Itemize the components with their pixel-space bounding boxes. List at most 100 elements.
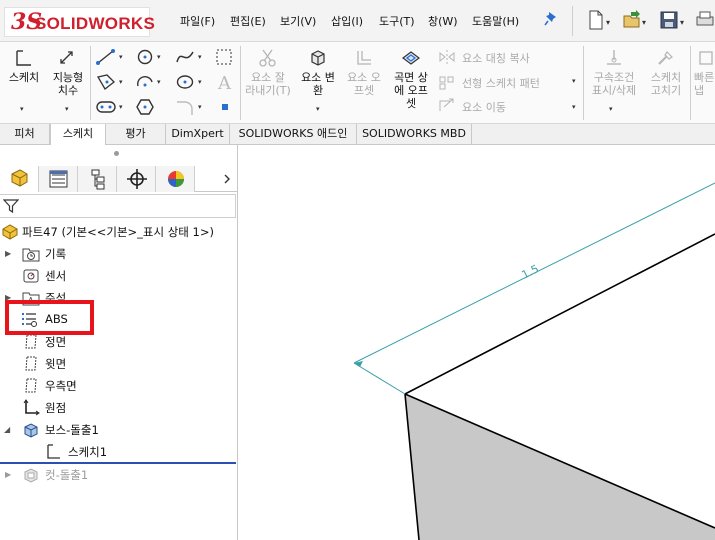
menu-view[interactable]: 보기(V) [280, 13, 316, 29]
tab-sketch[interactable]: 스케치 [50, 124, 106, 146]
filter-icon[interactable] [3, 198, 19, 214]
tree-item-history[interactable]: ▶ 기록 [0, 242, 236, 264]
circle-icon[interactable] [135, 48, 155, 66]
tree-item-right-plane[interactable]: 우측면 [0, 374, 236, 396]
open-icon[interactable] [622, 9, 642, 31]
line-icon[interactable] [95, 48, 117, 66]
tree-filter-bar[interactable] [0, 194, 236, 218]
fillet-icon[interactable] [175, 98, 195, 116]
quick-snaps-label-2: 냅 [694, 84, 705, 97]
expand-arrow-icon[interactable]: ▶ [5, 249, 11, 258]
slot-icon[interactable] [95, 98, 117, 116]
menu-window[interactable]: 창(W) [428, 13, 458, 29]
display-delete-relations-button[interactable]: 구속조건 표시/삭제 [586, 48, 642, 97]
move-entities-label[interactable]: 요소 이동 [462, 99, 506, 115]
chevron-down-icon[interactable]: ▾ [572, 77, 576, 85]
pin-icon[interactable] [544, 11, 558, 27]
property-manager-icon [49, 170, 68, 188]
menu-edit[interactable]: 편집(E) [230, 13, 266, 29]
print-icon[interactable] [695, 9, 715, 31]
chevron-down-icon[interactable]: ▾ [572, 103, 576, 111]
solidworks-logo[interactable]: 3S SOLIDWORKS [4, 7, 155, 37]
ribbon-separator [240, 46, 241, 120]
menu-help[interactable]: 도움말(H) [472, 13, 519, 29]
trim-entities-button[interactable]: 요소 잘 라내기(T) [244, 48, 292, 97]
repair-sketch-button[interactable]: 스케치 고치기 [644, 48, 688, 97]
chevron-down-icon[interactable]: ▾ [316, 105, 320, 113]
sketch-button[interactable]: 스케치 [4, 48, 44, 84]
rollback-bar[interactable] [0, 462, 236, 464]
property-manager-tab[interactable] [39, 166, 78, 192]
tree-item-origin[interactable]: 원점 [0, 396, 236, 418]
mirror-entities-label[interactable]: 요소 대칭 복사 [462, 50, 530, 66]
origin-icon [23, 399, 40, 416]
chevron-down-icon[interactable]: ▾ [119, 103, 123, 111]
repair-label-2: 고치기 [650, 84, 682, 97]
graphics-viewport[interactable]: 1.5 [239, 145, 715, 540]
smart-dimension-icon [60, 51, 73, 64]
offset-on-surface-button[interactable]: 곡면 상 에 오프 셋 [388, 48, 434, 110]
chevron-down-icon[interactable]: ▾ [198, 53, 202, 61]
tree-item-boss-extrude[interactable]: ◢ 보스-돌출1 [0, 418, 236, 440]
chevron-down-icon[interactable]: ▾ [642, 18, 646, 27]
collapse-arrow-icon[interactable]: ◢ [4, 425, 10, 434]
new-document-icon[interactable] [586, 9, 606, 31]
menu-tools[interactable]: 도구(T) [379, 13, 415, 29]
tab-solidworks-mbd[interactable]: SOLIDWORKS MBD [357, 124, 472, 145]
chevron-down-icon[interactable]: ▾ [606, 18, 610, 27]
sketch-icon [16, 50, 31, 66]
offset-on-surface-icon [402, 51, 420, 65]
offset-entities-button[interactable]: 요소 오 프셋 [342, 48, 386, 97]
text-icon[interactable]: A [215, 72, 235, 92]
point-icon[interactable] [220, 102, 230, 112]
ellipse-icon[interactable] [175, 73, 195, 91]
menu-file[interactable]: 파일(F) [180, 13, 215, 29]
arc-icon[interactable] [135, 73, 155, 91]
chevron-down-icon[interactable]: ▾ [157, 78, 161, 86]
tab-solidworks-addins[interactable]: SOLIDWORKS 애드인 [230, 124, 357, 145]
chevron-down-icon[interactable]: ▾ [20, 105, 24, 113]
tab-dimxpert[interactable]: DimXpert [166, 124, 230, 145]
tree-root-part[interactable]: 파트47 (기본<<기본>_표시 상태 1>) [0, 220, 236, 242]
panel-grip-handle[interactable] [114, 151, 119, 156]
polygon-icon[interactable] [135, 98, 155, 116]
tree-item-sensors[interactable]: 센서 [0, 264, 236, 286]
part-icon [2, 224, 18, 240]
chevron-down-icon[interactable]: ▾ [680, 18, 684, 27]
tab-features[interactable]: 피처 [0, 124, 50, 145]
linear-pattern-label[interactable]: 선형 스케치 패턴 [462, 75, 540, 91]
linear-pattern-icon[interactable] [438, 74, 456, 90]
relations-label-1: 구속조건 [593, 71, 635, 84]
tree-item-sketch1[interactable]: 스케치1 [0, 440, 236, 462]
relations-icon [607, 50, 621, 65]
command-manager-tabs: 피처 스케치 평가 DimXpert SOLIDWORKS 애드인 SOLIDW… [0, 124, 715, 146]
rectangle-icon[interactable] [95, 73, 117, 91]
tree-item-cut-extrude[interactable]: ▶ 컷-돌출1 [0, 463, 236, 485]
mirror-icon[interactable] [438, 49, 456, 65]
model-view: 1.5 [353, 182, 715, 540]
chevron-down-icon[interactable]: ▾ [119, 78, 123, 86]
smart-dimension-button[interactable]: 지능형 치수 [48, 48, 88, 97]
chevron-down-icon[interactable]: ▾ [198, 103, 202, 111]
tab-evaluate[interactable]: 평가 [106, 124, 166, 145]
dimxpert-manager-tab[interactable] [117, 166, 156, 192]
quick-snaps-button[interactable]: 빠른 냅 [694, 48, 715, 97]
chevron-right-icon[interactable] [222, 173, 232, 185]
tree-item-top-plane[interactable]: 윗면 [0, 352, 236, 374]
spline-icon[interactable] [175, 48, 195, 66]
chevron-down-icon[interactable]: ▾ [119, 53, 123, 61]
display-manager-tab[interactable] [156, 166, 195, 192]
feature-manager-tab[interactable] [0, 166, 39, 192]
configuration-manager-tab[interactable] [78, 166, 117, 192]
chevron-down-icon[interactable]: ▾ [198, 78, 202, 86]
convert-entities-button[interactable]: 요소 변 환 [294, 48, 342, 97]
move-entities-icon[interactable] [438, 97, 456, 113]
save-icon[interactable] [659, 9, 679, 31]
chevron-down-icon[interactable]: ▾ [609, 105, 613, 113]
menu-insert[interactable]: 삽입(I) [331, 13, 363, 29]
construction-geometry-icon[interactable] [214, 48, 234, 66]
chevron-down-icon[interactable]: ▾ [65, 105, 69, 113]
expand-arrow-icon[interactable]: ▶ [5, 470, 11, 479]
chevron-down-icon[interactable]: ▾ [157, 53, 161, 61]
logo-text: SOLIDWORKS [35, 14, 156, 33]
